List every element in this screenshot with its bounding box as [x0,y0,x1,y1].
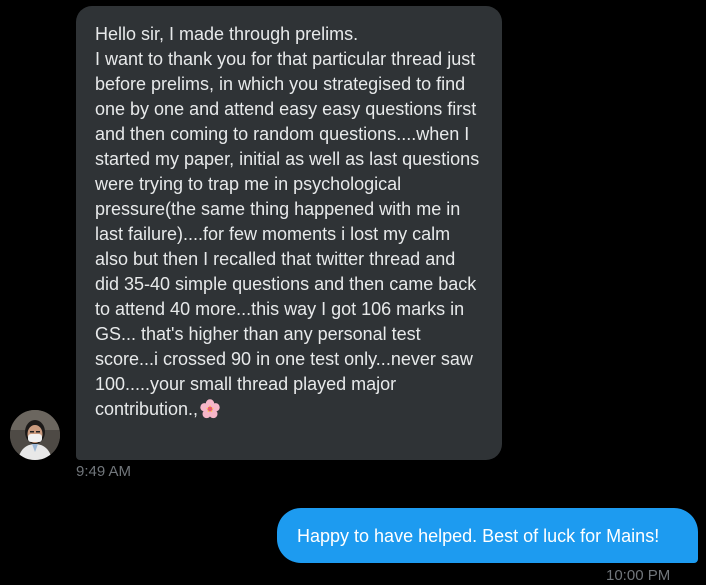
outgoing-message-timestamp: 10:00 PM [606,567,671,584]
incoming-message-bubble[interactable]: Hello sir, I made through prelims. I wan… [76,6,502,460]
sender-avatar-image [10,410,60,460]
incoming-message-body: Hello sir, I made through prelims. I wan… [95,24,480,419]
outgoing-message-bubble[interactable]: Happy to have helped. Best of luck for M… [277,508,698,563]
incoming-message-text: Hello sir, I made through prelims. I wan… [95,22,483,422]
incoming-message-timestamp: 9:49 AM [76,463,132,480]
outgoing-message-text: Happy to have helped. Best of luck for M… [297,525,660,546]
sender-avatar[interactable] [10,410,60,460]
cherry-blossom-emoji-icon [200,399,220,419]
dm-conversation: Hello sir, I made through prelims. I wan… [0,0,706,584]
